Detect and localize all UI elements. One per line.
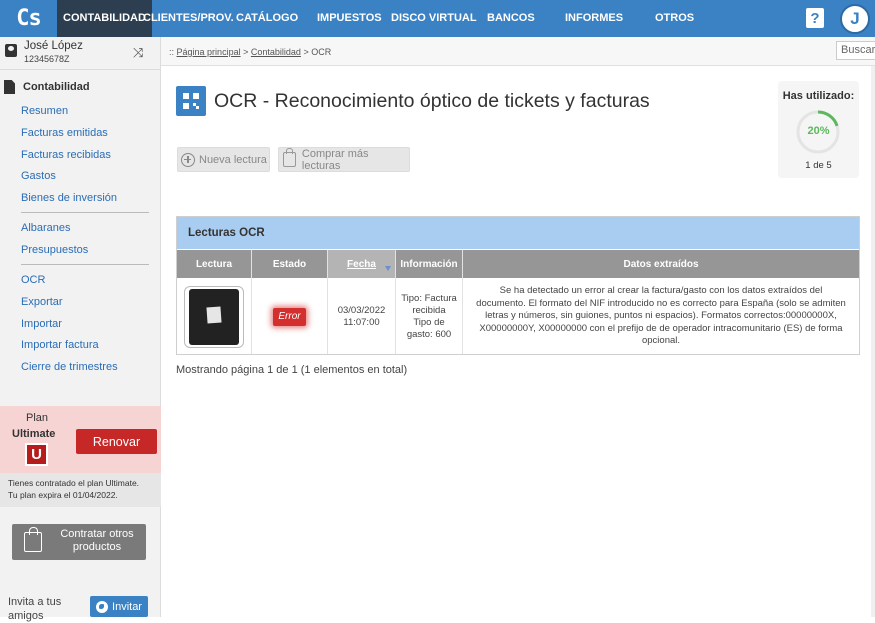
plan-label: Plan — [26, 412, 49, 424]
new-reading-button[interactable]: Nueva lectura — [177, 147, 270, 172]
user-box: José López 12345678Z ⤨ — [0, 37, 161, 70]
sidebar-divider — [21, 212, 149, 213]
nav-otros[interactable]: OTROS — [655, 0, 694, 37]
sidebar-section-header: Contabilidad — [0, 80, 161, 94]
sidebar-item-exportar[interactable]: Exportar — [21, 296, 63, 308]
app-logo[interactable]: Cs — [0, 0, 57, 37]
nav-catalogo[interactable]: CATÁLOGO — [236, 0, 298, 37]
shopping-bag-icon — [283, 148, 296, 167]
user-name: José López — [24, 40, 83, 52]
avatar[interactable]: J — [840, 4, 870, 34]
invite-button-label: Invitar — [112, 600, 142, 613]
row-date: 03/03/2022 — [337, 304, 386, 316]
usage-count: 1 de 5 — [805, 160, 832, 171]
nav-contabilidad[interactable]: CONTABILIDAD — [57, 0, 152, 37]
page-title: OCR - Reconocimiento óptico de tickets y… — [214, 90, 650, 112]
nav-disco-virtual[interactable]: DISCO VIRTUAL — [391, 0, 477, 37]
row-info-line: recibida — [412, 304, 446, 316]
breadcrumb-sep: > — [303, 47, 309, 57]
plan-expiry-line: Tu plan expira el 01/04/2022. — [8, 490, 118, 500]
sidebar-item-cierre-trimestres[interactable]: Cierre de trimestres — [21, 361, 118, 373]
breadcrumb-bar: :: Página principal > Contabilidad > OCR… — [161, 37, 875, 66]
table-row-thumbnail[interactable] — [177, 279, 251, 354]
sidebar-item-importar-factura[interactable]: Importar factura — [21, 339, 99, 351]
row-info-line: Tipo de — [413, 316, 445, 328]
scrollbar[interactable] — [871, 66, 875, 617]
row-info-line: gasto: 600 — [406, 328, 452, 340]
nav-informes[interactable]: INFORMES — [565, 0, 623, 37]
table-row-info: Tipo: Factura recibida Tipo de gasto: 60… — [396, 279, 462, 354]
ocr-readings-panel: Lecturas OCR Lectura Estado Fecha Inform… — [176, 216, 860, 355]
row-info-line: Tipo: Factura — [401, 292, 457, 304]
qr-scan-icon — [176, 86, 206, 116]
nav-clientes-prov[interactable]: CLIENTES/PROV. — [143, 0, 234, 37]
buy-more-label: Comprar más lecturas — [301, 147, 369, 172]
sidebar-item-importar[interactable]: Importar — [21, 318, 62, 330]
more-products-label: Contratar otros productos — [60, 528, 134, 553]
sidebar-item-bienes-inversion[interactable]: Bienes de inversión — [21, 192, 117, 204]
breadcrumb-sep: > — [243, 47, 249, 57]
shopping-bag-icon — [24, 527, 42, 552]
breadcrumb: :: Página principal > Contabilidad > OCR — [169, 47, 331, 57]
renew-button[interactable]: Renovar — [76, 429, 157, 454]
receipt-thumbnail[interactable] — [184, 285, 244, 348]
breadcrumb-prefix: :: — [169, 47, 175, 57]
plan-badge-icon: U — [25, 443, 48, 466]
col-header-estado: Estado — [252, 250, 327, 278]
pagination-status: Mostrando página 1 de 1 (1 elementos en … — [176, 364, 408, 376]
help-icon[interactable]: ? — [806, 8, 824, 28]
invite-button[interactable]: Invitar — [90, 596, 148, 617]
table-row-status: Error — [252, 279, 327, 354]
status-badge: Error — [273, 307, 306, 326]
row-extracted-text: Se ha detectado un error al crear la fac… — [476, 285, 846, 347]
document-icon — [4, 80, 15, 94]
sidebar-section-title: Contabilidad — [23, 81, 90, 93]
plan-info-line: Tienes contratado el plan Ultimate. — [8, 478, 140, 488]
col-header-fecha-label: Fecha — [347, 258, 376, 270]
sidebar-item-gastos[interactable]: Gastos — [21, 170, 56, 182]
sidebar-item-facturas-recibidas[interactable]: Facturas recibidas — [21, 149, 111, 161]
breadcrumb-home-link[interactable]: Página principal — [177, 47, 241, 57]
nav-impuestos[interactable]: IMPUESTOS — [317, 0, 382, 37]
sidebar-item-ocr[interactable]: OCR — [21, 274, 45, 286]
new-reading-label: Nueva lectura — [199, 153, 267, 166]
sidebar-divider — [21, 264, 149, 265]
user-card-icon — [5, 44, 17, 57]
sidebar-item-facturas-emitidas[interactable]: Facturas emitidas — [21, 127, 108, 139]
plan-name: Ultimate — [12, 428, 56, 440]
top-navbar: Cs CONTABILIDAD CLIENTES/PROV. CATÁLOGO … — [0, 0, 875, 37]
usage-card: Has utilizado: 20% 1 de 5 — [778, 81, 859, 178]
plan-info: Tienes contratado el plan Ultimate. Tu p… — [0, 473, 161, 507]
sidebar-item-presupuestos[interactable]: Presupuestos — [21, 244, 88, 256]
panel-title: Lecturas OCR — [177, 217, 859, 249]
plus-circle-icon — [181, 152, 195, 167]
breadcrumb-section-link[interactable]: Contabilidad — [251, 47, 301, 57]
breadcrumb-current: OCR — [311, 47, 332, 57]
sidebar-item-albaranes[interactable]: Albaranes — [21, 222, 71, 234]
col-header-fecha[interactable]: Fecha — [328, 250, 395, 278]
col-header-lectura: Lectura — [177, 250, 251, 278]
row-time: 11:07:00 — [343, 316, 380, 328]
usage-percent: 20% — [807, 125, 830, 137]
invite-text: Invita a tus amigos — [8, 596, 62, 622]
table-row-extracted-data: Se ha detectado un error al crear la fac… — [475, 279, 847, 354]
sidebar-item-resumen[interactable]: Resumen — [21, 105, 68, 117]
col-divider — [462, 250, 463, 354]
col-header-datos-extraidos: Datos extraídos — [463, 250, 859, 278]
globe-icon — [96, 600, 109, 613]
sort-desc-icon — [385, 266, 391, 271]
nav-bancos[interactable]: BANCOS — [487, 0, 535, 37]
search-input[interactable]: Buscar — [836, 41, 875, 60]
col-header-informacion: Información — [396, 250, 462, 278]
plan-box: Plan Ultimate U Renovar — [0, 406, 161, 473]
sidebar: José López 12345678Z ⤨ Contabilidad Resu… — [0, 37, 161, 622]
usage-title: Has utilizado: — [782, 90, 855, 102]
table-row-date: 03/03/2022 11:07:00 — [328, 279, 395, 354]
user-id: 12345678Z — [24, 54, 70, 64]
buy-more-button[interactable]: Comprar más lecturas — [278, 147, 410, 172]
switch-account-icon[interactable]: ⤨ — [133, 45, 143, 61]
more-products-button[interactable]: Contratar otros productos — [12, 524, 146, 560]
